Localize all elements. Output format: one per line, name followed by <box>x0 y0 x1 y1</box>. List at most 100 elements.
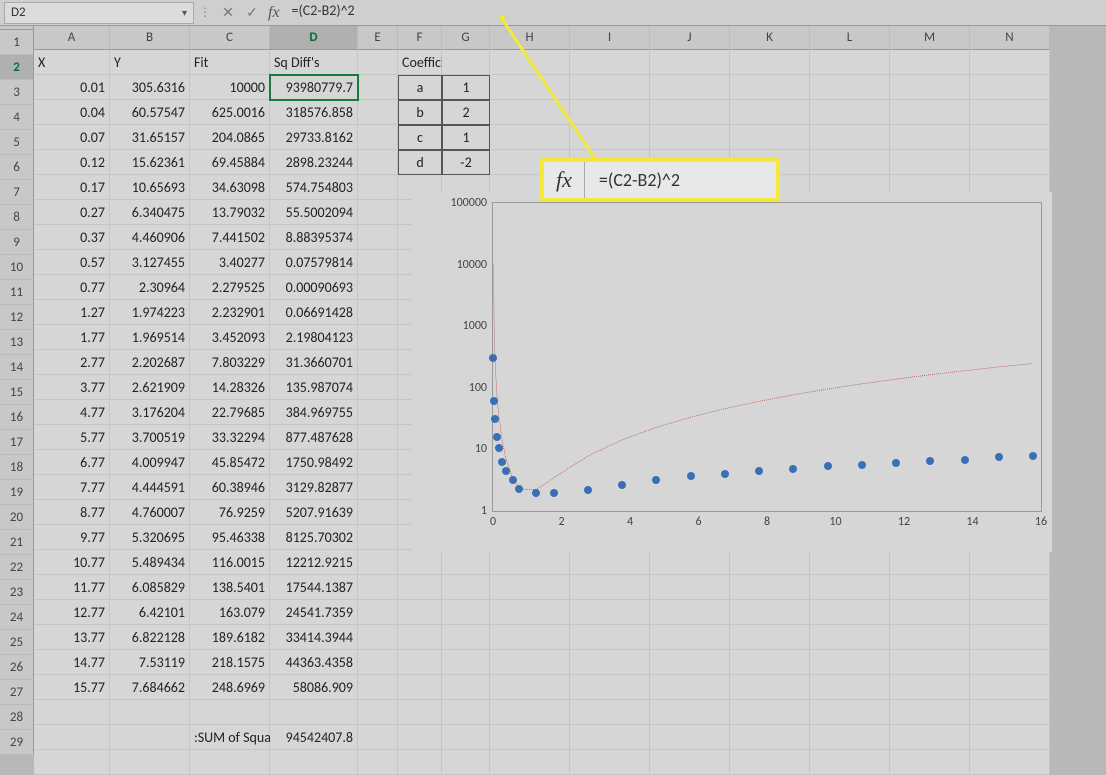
cell[interactable] <box>810 725 890 750</box>
cell[interactable] <box>358 750 398 775</box>
cell[interactable]: 6.340475 <box>110 200 190 225</box>
cell[interactable]: 6.77 <box>34 450 110 475</box>
cell[interactable] <box>490 750 570 775</box>
cell[interactable]: 4.444591 <box>110 475 190 500</box>
cell[interactable] <box>358 50 398 75</box>
cell[interactable] <box>970 100 1050 125</box>
cell[interactable]: 1 <box>442 75 490 100</box>
row-header[interactable]: 10 <box>0 255 34 280</box>
cell[interactable]: 3.40277 <box>190 250 270 275</box>
cell[interactable]: 2.30964 <box>110 275 190 300</box>
cell[interactable] <box>570 50 650 75</box>
cell[interactable] <box>650 700 730 725</box>
cell[interactable] <box>650 75 730 100</box>
row-header[interactable]: 7 <box>0 180 34 205</box>
cell[interactable] <box>398 550 442 575</box>
cell[interactable]: 574.754803 <box>270 175 358 200</box>
cell[interactable] <box>398 625 442 650</box>
cell[interactable] <box>398 700 442 725</box>
cell[interactable]: 2.279525 <box>190 275 270 300</box>
cell[interactable] <box>730 625 810 650</box>
row-header[interactable]: 21 <box>0 530 34 555</box>
cell[interactable] <box>570 625 650 650</box>
cell[interactable]: 5207.91639 <box>270 500 358 525</box>
cell[interactable] <box>358 500 398 525</box>
cell[interactable]: 204.0865 <box>190 125 270 150</box>
cell[interactable] <box>34 750 110 775</box>
row-header[interactable]: 19 <box>0 480 34 505</box>
cell[interactable]: 2.621909 <box>110 375 190 400</box>
cell[interactable] <box>442 750 490 775</box>
cell[interactable]: 93980779.7 <box>270 75 358 100</box>
cell[interactable] <box>970 575 1050 600</box>
cell[interactable]: 60.38946 <box>190 475 270 500</box>
cell[interactable] <box>810 700 890 725</box>
cell[interactable]: 4.009947 <box>110 450 190 475</box>
cell[interactable] <box>490 675 570 700</box>
cell[interactable] <box>970 550 1050 575</box>
cell[interactable] <box>810 575 890 600</box>
cell[interactable] <box>890 75 970 100</box>
cell[interactable] <box>490 650 570 675</box>
cell[interactable]: Fit <box>190 50 270 75</box>
cell[interactable]: 22.79685 <box>190 400 270 425</box>
cell[interactable]: 189.6182 <box>190 625 270 650</box>
cell[interactable] <box>442 625 490 650</box>
cell[interactable] <box>730 75 810 100</box>
cell[interactable] <box>34 725 110 750</box>
cell[interactable] <box>570 750 650 775</box>
cell[interactable]: 6.085829 <box>110 575 190 600</box>
cell[interactable] <box>358 350 398 375</box>
cell[interactable] <box>810 675 890 700</box>
column-header[interactable]: B <box>110 26 190 50</box>
cell[interactable]: 1.27 <box>34 300 110 325</box>
cell[interactable]: 4.460906 <box>110 225 190 250</box>
cell[interactable]: 11.77 <box>34 575 110 600</box>
cell[interactable]: 4.760007 <box>110 500 190 525</box>
cell[interactable] <box>970 750 1050 775</box>
cell[interactable] <box>890 700 970 725</box>
cell[interactable] <box>650 550 730 575</box>
cell[interactable] <box>490 575 570 600</box>
cell[interactable]: 14.28326 <box>190 375 270 400</box>
cell[interactable] <box>442 700 490 725</box>
cell[interactable] <box>442 725 490 750</box>
row-header[interactable]: 25 <box>0 630 34 655</box>
cell[interactable]: 218.1575 <box>190 650 270 675</box>
cell[interactable]: 6.822128 <box>110 625 190 650</box>
cell[interactable] <box>358 100 398 125</box>
cell[interactable]: 135.987074 <box>270 375 358 400</box>
column-header[interactable]: D <box>270 26 358 50</box>
cell[interactable]: 2.232901 <box>190 300 270 325</box>
cell[interactable]: 318576.858 <box>270 100 358 125</box>
cell[interactable] <box>358 75 398 100</box>
column-header[interactable]: L <box>810 26 890 50</box>
row-header[interactable]: 18 <box>0 455 34 480</box>
cell[interactable] <box>358 600 398 625</box>
cell[interactable]: 6.42101 <box>110 600 190 625</box>
cell[interactable] <box>570 125 650 150</box>
cell[interactable]: 15.77 <box>34 675 110 700</box>
cell[interactable] <box>730 125 810 150</box>
accept-formula-button[interactable]: ✓ <box>240 2 264 24</box>
cell[interactable] <box>270 700 358 725</box>
cell[interactable] <box>358 125 398 150</box>
cell[interactable] <box>490 550 570 575</box>
cell[interactable] <box>970 725 1050 750</box>
cell[interactable] <box>570 75 650 100</box>
cell[interactable] <box>570 650 650 675</box>
name-box[interactable]: D2 <box>4 2 194 24</box>
cell[interactable] <box>270 750 358 775</box>
cell[interactable] <box>810 100 890 125</box>
cell[interactable]: 12212.9215 <box>270 550 358 575</box>
row-header[interactable]: 17 <box>0 430 34 455</box>
cell[interactable] <box>730 600 810 625</box>
cell[interactable] <box>358 400 398 425</box>
cell[interactable]: 163.079 <box>190 600 270 625</box>
cell[interactable]: 14.77 <box>34 650 110 675</box>
cell[interactable] <box>810 600 890 625</box>
cell[interactable] <box>490 50 570 75</box>
cell[interactable] <box>490 625 570 650</box>
chart[interactable]: 1101001000100001000000246810121416 <box>412 192 1052 552</box>
cell[interactable] <box>442 600 490 625</box>
